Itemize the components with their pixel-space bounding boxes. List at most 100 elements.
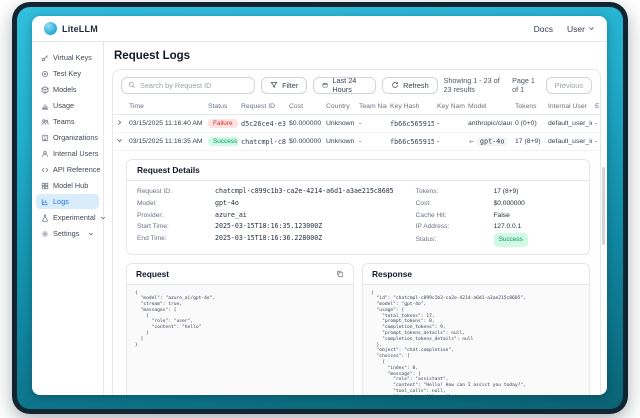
refresh-button[interactable]: Refresh (382, 77, 438, 94)
sidebar-item-experimental[interactable]: Experimental (36, 210, 99, 225)
collapse-row-button[interactable] (113, 133, 126, 151)
cell-model: anthropic/claude-... (465, 115, 512, 133)
fallback-arrow-icon (468, 138, 475, 145)
sidebar-item-models[interactable]: Models (36, 82, 99, 97)
logs-table: Time Status Request ID Cost Country Team… (113, 99, 601, 151)
sidebar-label: Teams (53, 117, 75, 126)
sidebar-label: Virtual Keys (53, 53, 92, 62)
detail-label: Status: (416, 234, 494, 246)
refresh-icon (391, 81, 399, 89)
copy-button[interactable] (336, 270, 344, 278)
window-gradient-backdrop: LiteLLM Docs User Virtual Keys (17, 7, 623, 409)
gear-icon (41, 230, 49, 238)
refresh-label: Refresh (403, 81, 429, 90)
model-chip: gpt-4o (477, 137, 508, 146)
status-badge: Success (208, 137, 238, 146)
sidebar-label: Models (53, 85, 77, 94)
filter-label: Filter (282, 81, 298, 90)
detail-label: Cache Hit: (416, 210, 494, 222)
detail-label: End Time: (137, 233, 215, 245)
cell-internal-user: default_user_id (545, 115, 592, 133)
logs-toolbar: Filter Last 24 Hours Refresh (113, 70, 600, 99)
cell-team-name: - (356, 133, 387, 151)
detail-label: Request ID: (137, 186, 215, 198)
sidebar-item-model-hub[interactable]: Model Hub (36, 178, 99, 193)
sidebar-item-virtual-keys[interactable]: Virtual Keys (36, 50, 99, 65)
topbar: LiteLLM Docs User (32, 16, 607, 42)
calendar-icon (322, 81, 328, 89)
cell-time: 03/15/2025 11:16:35 AM (126, 133, 205, 151)
sidebar-item-organizations[interactable]: Organizations (36, 130, 99, 145)
cell-cost: $0.000000 (286, 115, 323, 133)
time-range-button[interactable]: Last 24 Hours (313, 77, 376, 94)
col-key-hash: Key Hash (387, 99, 434, 115)
cell-team-name: - (356, 115, 387, 133)
brand-name: LiteLLM (62, 24, 98, 34)
search-box[interactable] (121, 77, 255, 94)
sidebar-label: Logs (53, 197, 69, 206)
cell-cost: $0.000000 (286, 133, 323, 151)
cell-request-id: chatcmpl-c899... (238, 133, 286, 151)
response-json: { "id": "chatcmpl-c899c1b3-ca2e-4214-a6d… (363, 285, 589, 395)
sidebar-item-usage[interactable]: Usage (36, 98, 99, 113)
page-title: Request Logs (114, 50, 601, 62)
detail-label: IP Address: (416, 221, 494, 233)
filter-icon (270, 81, 278, 89)
table-row[interactable]: 03/15/2025 11:16:40 AM Failure d5c26ce4-… (113, 115, 601, 133)
sidebar-label: Experimental (53, 213, 96, 222)
status-badge: Failure (208, 119, 238, 128)
sidebar-label: Model Hub (53, 181, 88, 190)
sidebar-item-api-reference[interactable]: API Reference (36, 162, 99, 177)
detail-label: Provider: (137, 210, 215, 222)
key-icon (41, 54, 49, 62)
filter-button[interactable]: Filter (261, 77, 307, 94)
cell-end-user: - (592, 115, 601, 133)
cell-country: Unknown (323, 115, 356, 133)
search-input[interactable] (140, 81, 248, 90)
litellm-app: LiteLLM Docs User Virtual Keys (32, 16, 607, 395)
col-time: Time (126, 99, 205, 115)
test-key-icon (41, 70, 49, 78)
sidebar: Virtual Keys Test Key Models Usage (32, 42, 104, 395)
sidebar-item-test-key[interactable]: Test Key (36, 66, 99, 81)
detail-value: False (494, 210, 510, 222)
cube-icon (41, 86, 49, 94)
expand-row-button[interactable] (113, 115, 126, 133)
detail-value: 2025-03-15T18:16:35.123000Z (215, 221, 322, 233)
code-icon (41, 166, 49, 174)
col-key-name: Key Name (434, 99, 465, 115)
cell-tokens: 0 (0+0) (512, 115, 545, 133)
detail-value: gpt-4o (215, 198, 239, 210)
detail-value: 127.0.0.1 (494, 221, 522, 233)
chevron-down-icon (588, 25, 595, 32)
sidebar-item-settings[interactable]: Settings (36, 226, 99, 241)
cell-country: Unknown (323, 133, 356, 151)
grid-icon (41, 182, 49, 190)
copy-icon (336, 270, 344, 278)
cell-internal-user: default_user_id (545, 133, 592, 151)
cell-end-user: - (592, 133, 601, 151)
user-menu[interactable]: User (567, 24, 595, 34)
table-row[interactable]: 03/15/2025 11:16:35 AM Success chatcmpl-… (113, 133, 601, 151)
docs-link[interactable]: Docs (534, 24, 553, 34)
browser-window: LiteLLM Docs User Virtual Keys (12, 2, 628, 414)
col-end-user: End User (592, 99, 601, 115)
cell-key-name: - (434, 115, 465, 133)
col-request-id: Request ID (238, 99, 286, 115)
sidebar-label: API Reference (53, 165, 100, 174)
cell-request-id: d5c26ce4-e343... (238, 115, 286, 133)
sidebar-item-logs[interactable]: Logs (36, 194, 99, 209)
scrollbar-thumb[interactable] (602, 167, 605, 245)
response-json-code: { "id": "chatcmpl-c899c1b3-ca2e-4214-a6d… (371, 291, 581, 395)
results-summary: Showing 1 - 23 of 23 results (444, 76, 503, 94)
request-details-card: Request Details Request ID:chatcmpl-c899… (126, 159, 590, 255)
previous-page-button[interactable]: Previous (546, 77, 592, 94)
cell-key-name: - (434, 133, 465, 151)
sidebar-item-teams[interactable]: Teams (36, 114, 99, 129)
sidebar-item-internal-users[interactable]: Internal Users (36, 146, 99, 161)
flask-icon (41, 214, 49, 222)
chevron-down-icon (116, 137, 123, 144)
detail-value: 17 (8+9) (494, 186, 519, 198)
litellm-logo-icon (44, 22, 57, 35)
request-panel: Request { "model": "azure_ai/gpt-4o", "s… (126, 263, 354, 395)
